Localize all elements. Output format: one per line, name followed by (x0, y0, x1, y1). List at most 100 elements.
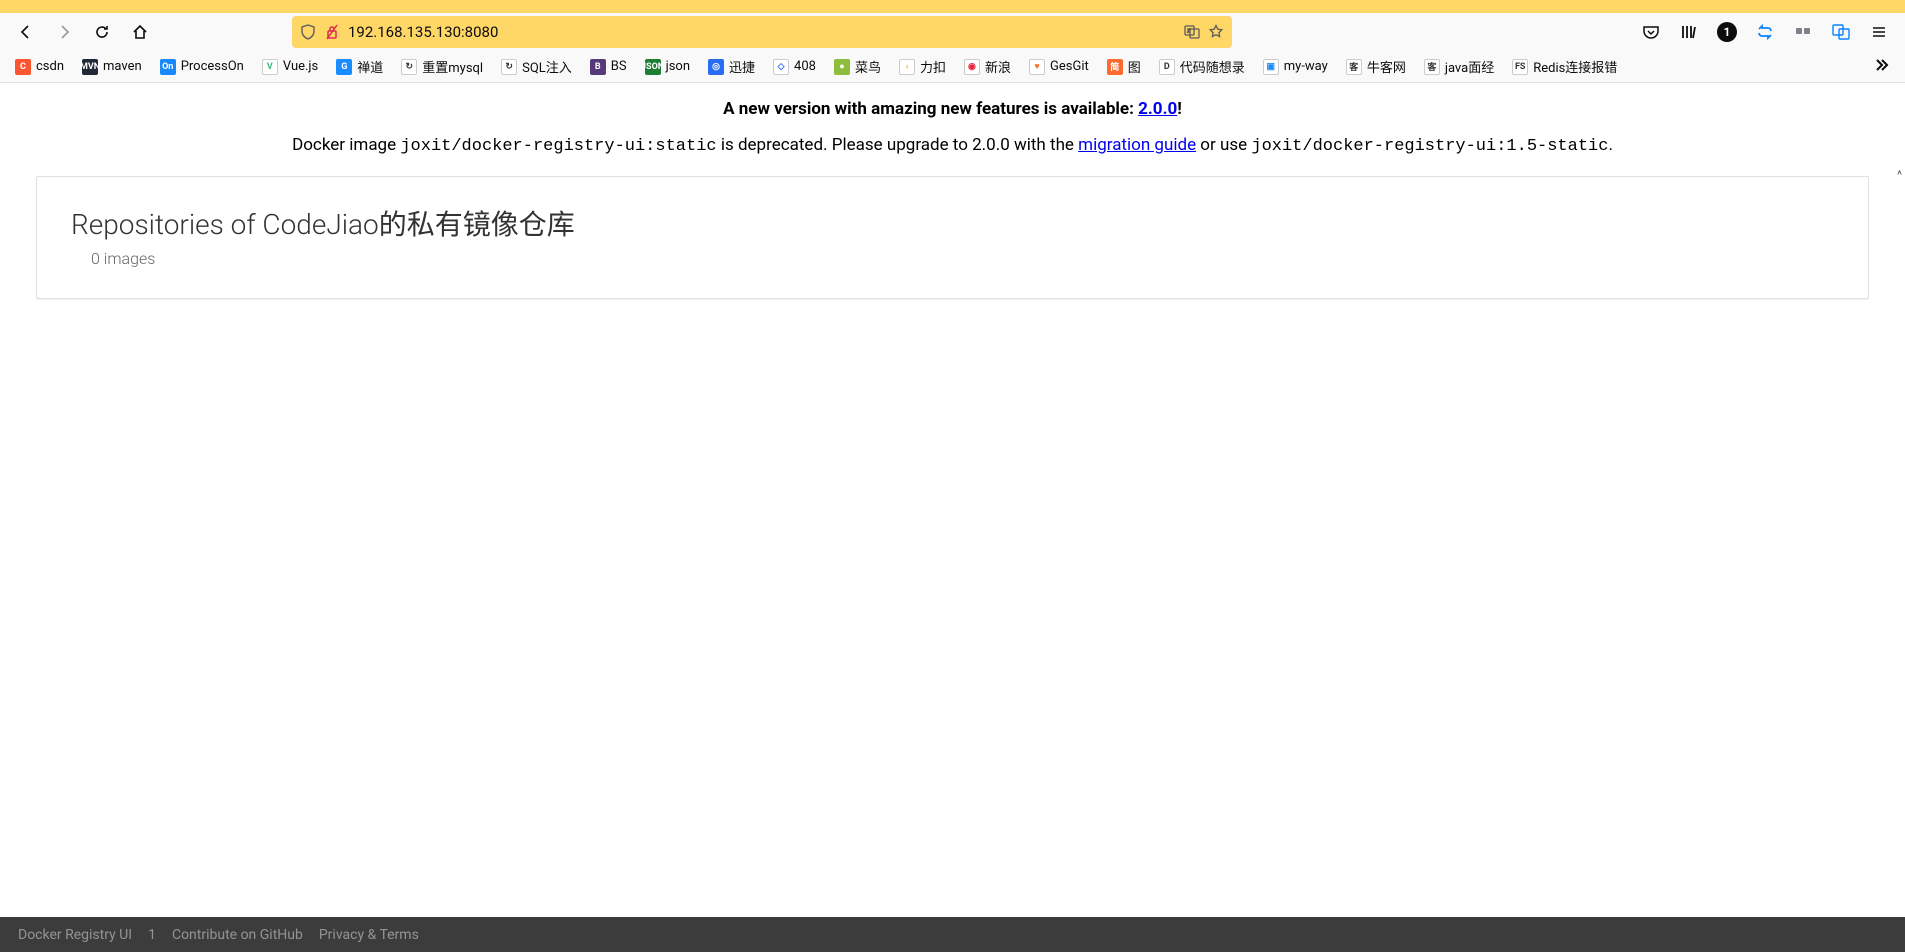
bookmark-favicon: MVN (82, 59, 98, 75)
migration-guide-link[interactable]: migration guide (1078, 135, 1196, 155)
bookmark-favicon: B (590, 59, 606, 75)
banner-text-prefix: A new version with amazing new features … (723, 99, 1138, 119)
bookmark-favicon: C (15, 59, 31, 75)
bookmark-favicon: ♥ (1029, 59, 1045, 75)
extension-translate-icon[interactable] (1825, 16, 1857, 48)
bookmark-item[interactable]: ◎ 迅捷 (701, 53, 762, 80)
pocket-icon[interactable] (1635, 16, 1667, 48)
home-button[interactable] (124, 16, 156, 48)
back-button[interactable] (10, 16, 42, 48)
bookmark-favicon: ↻ (401, 59, 417, 75)
bookmark-item[interactable]: On ProcessOn (153, 55, 251, 79)
new-version-banner: A new version with amazing new features … (0, 83, 1905, 127)
bookmark-label: java面经 (1445, 57, 1494, 76)
deprecation-t4: . (1608, 135, 1612, 155)
bookmark-favicon: ‹ (899, 59, 915, 75)
bookmark-item[interactable]: V Vue.js (255, 55, 325, 79)
bookmark-label: csdn (36, 59, 64, 74)
scroll-up-indicator[interactable]: ^ (1897, 168, 1902, 182)
bookmark-label: ProcessOn (181, 59, 244, 74)
bookmark-favicon: ● (834, 59, 850, 75)
bookmark-favicon: 客 (1346, 59, 1362, 75)
bookmark-favicon: 客 (1424, 59, 1440, 75)
extension-icon-1[interactable] (1787, 16, 1819, 48)
bookmark-label: my-way (1284, 59, 1328, 74)
lock-insecure-icon[interactable] (324, 24, 340, 40)
bookmark-favicon: FS (1512, 59, 1528, 75)
bookmark-item[interactable]: ◇ 408 (766, 55, 823, 79)
bookmark-favicon: 简 (1107, 59, 1123, 75)
bookmark-favicon: ▣ (1263, 59, 1279, 75)
bookmark-label: 图 (1128, 57, 1141, 76)
bookmark-item[interactable]: ◉ 新浪 (957, 53, 1018, 80)
bookmark-favicon: ◉ (964, 59, 980, 75)
bookmark-item[interactable]: 简图 (1100, 53, 1148, 80)
bookmark-favicon: ◎ (708, 59, 724, 75)
bookmark-label: 新浪 (985, 57, 1011, 76)
bookmark-label: Redis连接报错 (1533, 57, 1617, 76)
repositories-card: Repositories of CodeJiao的私有镜像仓库 0 images (36, 176, 1869, 299)
version-link[interactable]: 2.0.0 (1138, 99, 1177, 119)
bookmark-label: 代码随想录 (1180, 57, 1245, 76)
bookmark-favicon: JSON (645, 59, 661, 75)
bookmark-favicon: D (1159, 59, 1175, 75)
bookmark-item[interactable]: ‹ 力扣 (892, 53, 953, 80)
bookmark-item[interactable]: BBS (583, 55, 634, 79)
bookmark-label: maven (103, 59, 142, 74)
footer-version: 1 (148, 927, 156, 943)
footer-app-name: Docker Registry UI (18, 927, 132, 943)
bookmark-favicon: ↻ (501, 59, 517, 75)
bookmark-item[interactable]: MVN maven (75, 55, 149, 79)
app-menu-button[interactable] (1863, 16, 1895, 48)
footer-bar: Docker Registry UI 1 Contribute on GitHu… (0, 917, 1905, 952)
forward-button[interactable] (48, 16, 80, 48)
bookmark-item[interactable]: 客 java面经 (1417, 53, 1501, 80)
toolbar-right: 1 (1635, 16, 1895, 48)
deprecation-code2: joxit/docker-registry-ui:1.5-static (1251, 137, 1608, 156)
tab-strip (0, 0, 1905, 13)
deprecation-t1: Docker image (292, 135, 400, 155)
bookmark-item[interactable]: JSON json (638, 55, 697, 79)
repositories-title: Repositories of CodeJiao的私有镜像仓库 (71, 203, 1834, 243)
bookmark-label: 重置mysql (422, 57, 483, 76)
bookmark-label: 菜鸟 (855, 57, 881, 76)
bookmark-label: SQL注入 (522, 57, 572, 76)
deprecation-notice: Docker image joxit/docker-registry-ui:st… (0, 127, 1905, 176)
footer-privacy-link[interactable]: Privacy & Terms (319, 927, 419, 943)
bookmark-item[interactable]: G 禅道 (329, 53, 390, 80)
bookmark-item[interactable]: ♥GesGit (1022, 55, 1096, 79)
bookmark-label: 408 (794, 59, 816, 74)
bookmark-item[interactable]: ▣ my-way (1256, 55, 1335, 79)
bookmark-label: json (666, 59, 690, 74)
deprecation-t3: or use (1196, 135, 1251, 155)
bookmark-favicon: G (336, 59, 352, 75)
bookmark-label: 力扣 (920, 57, 946, 76)
bookmark-item[interactable]: ● 菜鸟 (827, 53, 888, 80)
deprecation-code1: joxit/docker-registry-ui:static (400, 137, 716, 156)
bookmark-item[interactable]: 客牛客网 (1339, 53, 1413, 80)
bookmarks-bar: Ccsdn MVN maven On ProcessOn V Vue.js G 禅道 ↻ 重置mys… (0, 51, 1905, 83)
bookmark-label: 禅道 (357, 57, 383, 76)
bookmark-item[interactable]: Ccsdn (8, 55, 71, 79)
library-icon[interactable] (1673, 16, 1705, 48)
bookmark-item[interactable]: ↻ 重置mysql (394, 53, 490, 80)
sync-icon[interactable] (1749, 16, 1781, 48)
bookmark-label: Vue.js (283, 59, 318, 74)
bookmark-star-icon[interactable] (1208, 24, 1224, 40)
bookmark-favicon: V (262, 59, 278, 75)
shield-icon[interactable] (300, 24, 316, 40)
bookmark-favicon: ◇ (773, 59, 789, 75)
bookmark-item[interactable]: D 代码随想录 (1152, 53, 1252, 80)
translate-icon[interactable] (1184, 24, 1200, 40)
notifications-icon[interactable]: 1 (1711, 16, 1743, 48)
address-bar[interactable]: 192.168.135.130:8080 (292, 16, 1232, 48)
bookmark-item[interactable]: ↻ SQL注入 (494, 53, 579, 80)
bookmark-favicon: On (160, 59, 176, 75)
bookmarks-overflow-button[interactable] (1865, 53, 1897, 81)
bookmark-label: 迅捷 (729, 57, 755, 76)
repositories-count: 0 images (91, 249, 1834, 268)
footer-contribute-link[interactable]: Contribute on GitHub (172, 927, 303, 943)
bookmark-item[interactable]: FS Redis连接报错 (1505, 53, 1624, 80)
reload-button[interactable] (86, 16, 118, 48)
browser-toolbar: 192.168.135.130:8080 1 (0, 13, 1905, 51)
